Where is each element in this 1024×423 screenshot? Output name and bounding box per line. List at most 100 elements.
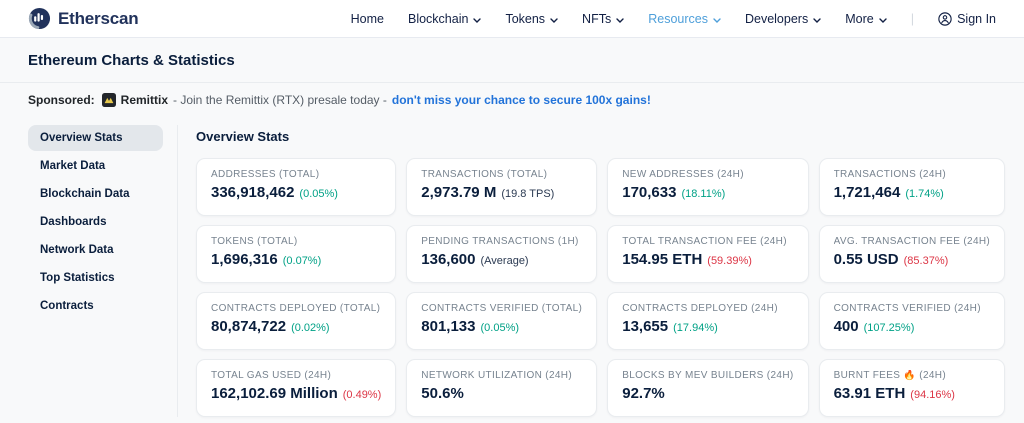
stat-label: CONTRACTS DEPLOYED (24H) [622,303,793,314]
stat-label: BURNT FEES 🔥 (24H) [834,370,991,381]
stat-change: (107.25%) [864,322,915,334]
stat-change: (Average) [481,255,529,267]
stat-card-contracts-verified-24h[interactable]: CONTRACTS VERIFIED (24H) 400 (107.25%) [819,292,1006,350]
stat-label: TOTAL TRANSACTION FEE (24H) [622,236,793,247]
nav-label: Blockchain [408,12,468,26]
stat-change: (59.39%) [707,255,752,267]
chevron-down-icon [616,12,624,26]
nav-label: Resources [648,12,708,26]
stat-card-burnt-fees-24h[interactable]: BURNT FEES 🔥 (24H) 63.91 ETH (94.16%) [819,359,1006,417]
stat-value: 50.6% [421,385,464,402]
sidebar: Overview Stats Market Data Blockchain Da… [28,125,178,417]
stats-grid: ADDRESSES (TOTAL) 336,918,462 (0.05%) TR… [196,158,1005,417]
stat-change: (0.05%) [299,188,338,200]
sidebar-item-top-statistics[interactable]: Top Statistics [28,265,163,291]
stat-card-blocks-by-mev-builders-24h[interactable]: BLOCKS BY MEV BUILDERS (24H) 92.7% [607,359,808,417]
sidebar-item-overview-stats[interactable]: Overview Stats [28,125,163,151]
nav-item-developers[interactable]: Developers [745,12,821,26]
stat-label: AVG. TRANSACTION FEE (24H) [834,236,991,247]
stat-label: TOTAL GAS USED (24H) [211,370,381,381]
stat-label: TRANSACTIONS (24H) [834,169,991,180]
stat-card-total-transaction-fee-24h[interactable]: TOTAL TRANSACTION FEE (24H) 154.95 ETH (… [607,225,808,283]
stat-label: NETWORK UTILIZATION (24H) [421,370,582,381]
stat-card-tokens-total[interactable]: TOKENS (TOTAL) 1,696,316 (0.07%) [196,225,396,283]
nav-separator: | [911,11,914,26]
stat-value: 92.7% [622,385,665,402]
nav-item-tokens[interactable]: Tokens [505,12,558,26]
sign-in-label: Sign In [957,12,996,26]
user-circle-icon [938,12,952,26]
stat-card-pending-transactions-1h[interactable]: PENDING TRANSACTIONS (1H) 136,600 (Avera… [406,225,597,283]
main-nav: Home Blockchain Tokens NFTs Resources De… [351,11,996,26]
stat-card-contracts-deployed-24h[interactable]: CONTRACTS DEPLOYED (24H) 13,655 (17.94%) [607,292,808,350]
sidebar-item-network-data[interactable]: Network Data [28,237,163,263]
stat-card-network-utilization-24h[interactable]: NETWORK UTILIZATION (24H) 50.6% [406,359,597,417]
stat-value: 400 [834,318,859,335]
stat-label: BLOCKS BY MEV BUILDERS (24H) [622,370,793,381]
stat-card-total-gas-used-24h[interactable]: TOTAL GAS USED (24H) 162,102.69 Million … [196,359,396,417]
stat-value: 80,874,722 [211,318,286,335]
stat-change: (94.16%) [910,389,955,401]
main-panel: Overview Stats ADDRESSES (TOTAL) 336,918… [178,125,1005,417]
etherscan-logo-icon [28,7,51,30]
chevron-down-icon [473,12,481,26]
top-navbar: Etherscan Home Blockchain Tokens NFTs Re… [0,0,1024,38]
etherscan-logo[interactable]: Etherscan [28,7,138,30]
nav-item-home[interactable]: Home [351,12,384,26]
nav-label: Developers [745,12,808,26]
stat-value: 162,102.69 Million [211,385,338,402]
stat-card-contracts-deployed-total[interactable]: CONTRACTS DEPLOYED (TOTAL) 80,874,722 (0… [196,292,396,350]
nav-label: NFTs [582,12,611,26]
stat-change: (0.49%) [343,389,382,401]
sidebar-item-blockchain-data[interactable]: Blockchain Data [28,181,163,207]
stat-label: NEW ADDRESSES (24H) [622,169,793,180]
stat-label: CONTRACTS VERIFIED (24H) [834,303,991,314]
stat-change: (1.74%) [905,188,944,200]
chevron-down-icon [813,12,821,26]
stat-card-avg-transaction-fee-24h[interactable]: AVG. TRANSACTION FEE (24H) 0.55 USD (85.… [819,225,1006,283]
stat-value: 63.91 ETH [834,385,906,402]
nav-item-resources[interactable]: Resources [648,12,721,26]
stat-change: (85.37%) [904,255,949,267]
content-area: Overview Stats Market Data Blockchain Da… [0,119,1024,417]
chevron-down-icon [550,12,558,26]
stat-change: (0.02%) [291,322,330,334]
stat-value: 136,600 [421,251,475,268]
brand-name: Etherscan [58,9,138,29]
stat-value: 1,696,316 [211,251,278,268]
stat-card-new-addresses-24h[interactable]: NEW ADDRESSES (24H) 170,633 (18.11%) [607,158,808,216]
sidebar-item-dashboards[interactable]: Dashboards [28,209,163,235]
nav-label: More [845,12,873,26]
stat-change: (0.05%) [481,322,520,334]
nav-item-blockchain[interactable]: Blockchain [408,12,481,26]
stat-card-addresses-total[interactable]: ADDRESSES (TOTAL) 336,918,462 (0.05%) [196,158,396,216]
nav-label: Tokens [505,12,545,26]
stat-value: 801,133 [421,318,475,335]
nav-label: Home [351,12,384,26]
stat-label: TRANSACTIONS (TOTAL) [421,169,582,180]
stat-card-transactions-24h[interactable]: TRANSACTIONS (24H) 1,721,464 (1.74%) [819,158,1006,216]
stat-value: 170,633 [622,184,676,201]
sidebar-item-contracts[interactable]: Contracts [28,293,163,319]
stat-value: 154.95 ETH [622,251,702,268]
stat-value: 2,973.79 M [421,184,496,201]
chevron-down-icon [879,12,887,26]
stat-card-transactions-total[interactable]: TRANSACTIONS (TOTAL) 2,973.79 M (19.8 TP… [406,158,597,216]
page-head: Ethereum Charts & Statistics [0,38,1024,82]
stat-card-contracts-verified-total[interactable]: CONTRACTS VERIFIED (TOTAL) 801,133 (0.05… [406,292,597,350]
sidebar-item-market-data[interactable]: Market Data [28,153,163,179]
stat-label: CONTRACTS VERIFIED (TOTAL) [421,303,582,314]
stat-value: 336,918,462 [211,184,294,201]
stat-label: CONTRACTS DEPLOYED (TOTAL) [211,303,381,314]
stat-label: PENDING TRANSACTIONS (1H) [421,236,582,247]
sign-in-button[interactable]: Sign In [938,12,996,26]
nav-item-more[interactable]: More [845,12,886,26]
nav-item-nfts[interactable]: NFTs [582,12,624,26]
sponsored-text: - Join the Remittix (RTX) presale today … [173,93,387,107]
sponsored-link[interactable]: don't miss your chance to secure 100x ga… [392,93,651,107]
stat-value: 13,655 [622,318,668,335]
chevron-down-icon [713,12,721,26]
section-heading: Overview Stats [196,129,1005,144]
stat-label: TOKENS (TOTAL) [211,236,381,247]
sponsored-advertiser: Remittix [121,93,168,107]
